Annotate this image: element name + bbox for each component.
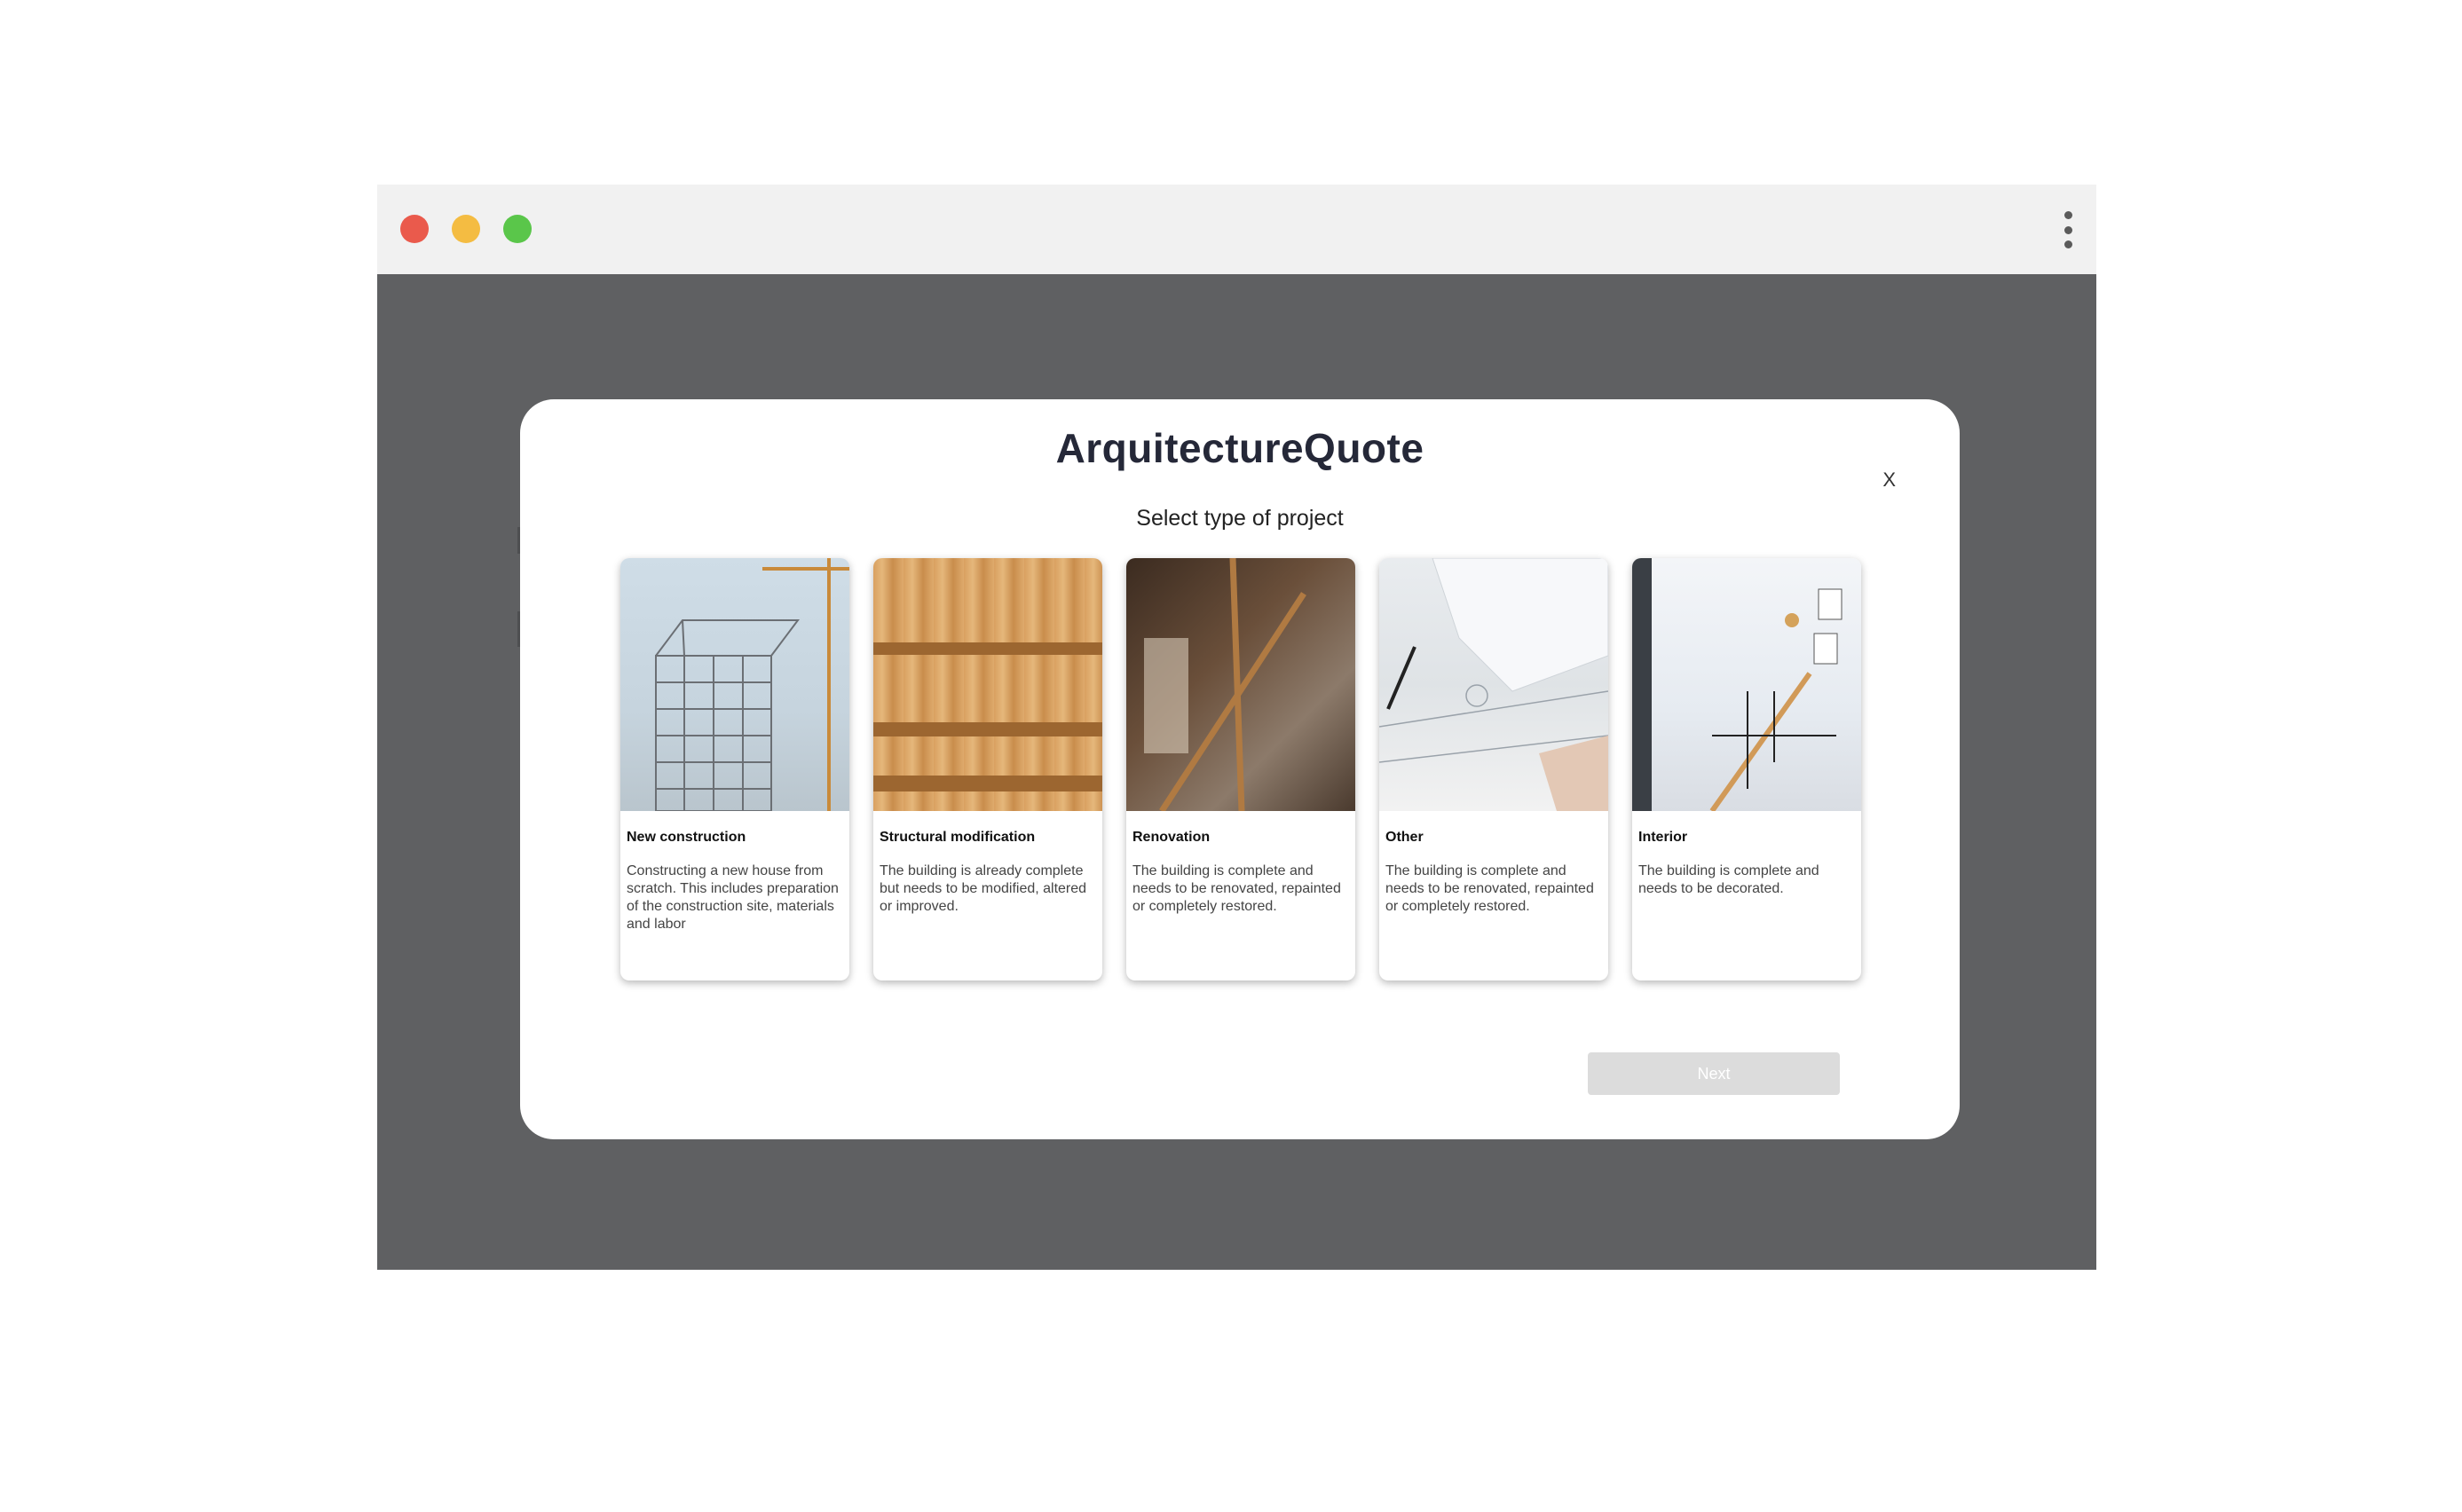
next-button[interactable]: Next <box>1588 1052 1840 1095</box>
renovation-illustration <box>1144 558 1306 811</box>
card-title: Renovation <box>1132 830 1211 845</box>
card-title: Interior <box>1638 830 1688 845</box>
card-description: The building is complete and needs to be… <box>1638 863 1819 896</box>
modal-title: ArquitectureQuote <box>1055 425 1424 471</box>
renovation-image <box>1126 558 1355 811</box>
project-type-cards: New construction Constructing a new hous… <box>620 558 1861 980</box>
card-structural-modification[interactable]: Structural modification The building is … <box>873 558 1102 980</box>
construction-frame-illustration <box>655 558 849 811</box>
card-other[interactable]: Other The building is complete and needs… <box>1379 558 1608 980</box>
card-title: New construction <box>627 830 746 845</box>
card-title: Structural modification <box>880 830 1036 845</box>
modal-subtitle: Select type of project <box>1136 506 1344 531</box>
window-titlebar <box>377 185 2096 274</box>
wooden-beams-image <box>873 558 1102 811</box>
page-overlay: ArquitectureQuote X Select type of proje… <box>377 274 2096 1270</box>
project-type-modal: ArquitectureQuote X Select type of proje… <box>520 399 1960 1139</box>
card-description: The building is already complete but nee… <box>880 863 1087 914</box>
close-modal-button[interactable]: X <box>1882 469 1896 492</box>
card-new-construction[interactable]: New construction Constructing a new hous… <box>620 558 849 980</box>
architect-drawing-image <box>1379 558 1608 811</box>
interior-staircase-image <box>1632 558 1861 811</box>
card-description: Constructing a new house from scratch. T… <box>627 863 839 932</box>
maximize-window-button[interactable] <box>503 215 532 243</box>
interior-staircase-illustration <box>1632 558 1843 811</box>
construction-frame-image <box>620 558 849 811</box>
close-window-button[interactable] <box>400 215 429 243</box>
card-title: Other <box>1385 830 1424 845</box>
architect-drawing-illustration <box>1379 558 1608 811</box>
card-interior[interactable]: Interior The building is complete and ne… <box>1632 558 1861 980</box>
card-description: The building is complete and needs to be… <box>1385 863 1594 914</box>
minimize-window-button[interactable] <box>452 215 480 243</box>
card-description: The building is complete and needs to be… <box>1132 863 1341 914</box>
card-renovation[interactable]: Renovation The building is complete and … <box>1126 558 1355 980</box>
wooden-beams-illustration <box>873 642 1102 791</box>
kebab-menu-icon[interactable] <box>2059 211 2077 248</box>
browser-window: ArquitectureQuote X Select type of proje… <box>377 185 2096 1270</box>
